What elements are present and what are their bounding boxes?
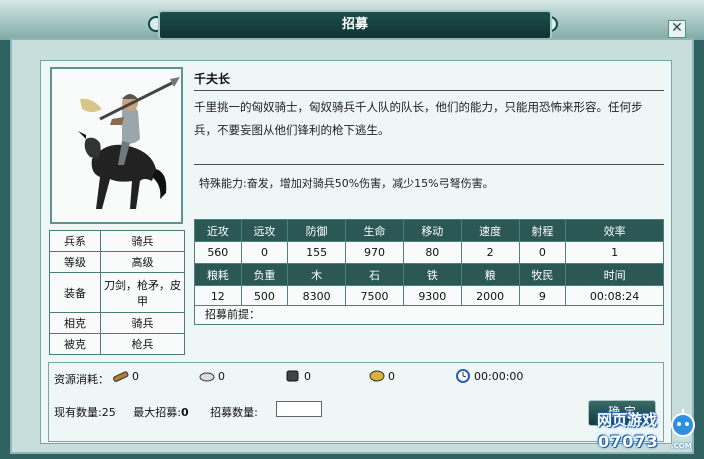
watermark-number: 07073 (598, 432, 659, 451)
clock-icon (454, 369, 470, 383)
resource-value: 0 (304, 369, 311, 383)
attr-row: 装备 刀剑，枪矛，皮甲 (49, 272, 185, 313)
resource-panel (48, 362, 664, 442)
attr-row: 被克 枪兵 (49, 333, 185, 355)
recruit-prerequisite: 招募前提： (194, 305, 664, 325)
attr-value: 刀剑，枪矛，皮甲 (100, 272, 185, 313)
resource-value: 0 (218, 369, 225, 383)
stats-header-row: 粮耗 负重 木 石 铁 粮 牧民 时间 (194, 263, 664, 286)
stat-value: 0 (518, 241, 567, 264)
attr-key: 兵系 (49, 230, 101, 252)
stat-header: 效率 (565, 219, 664, 242)
stat-header: 射程 (518, 219, 567, 242)
stat-header: 木 (287, 263, 347, 286)
stat-value: 80 (402, 241, 462, 264)
recruit-qty-label: 招募数量: (210, 406, 258, 419)
current-count-value: 25 (101, 406, 116, 419)
stat-value: 2 (460, 241, 520, 264)
stone-icon (198, 369, 215, 383)
unit-description: 千里挑一的匈奴骑士，匈奴骑兵千人队的队长，他们的能力，只能用恐怖来形容。任何步兵… (194, 100, 643, 137)
attr-key: 等级 (49, 251, 101, 273)
stat-header: 防御 (287, 219, 347, 242)
stat-value: 560 (194, 241, 242, 264)
recruit-info: 现有数量:25 最大招募:0 招募数量: (54, 404, 258, 420)
attr-value: 骑兵 (100, 230, 185, 252)
stats-table: 近攻 远攻 防御 生命 移动 速度 射程 效率 560 0 155 970 80… (194, 219, 664, 308)
stat-header: 速度 (460, 219, 520, 242)
stat-value: 1 (565, 241, 664, 264)
divider-top (194, 90, 664, 91)
divider-mid (194, 164, 664, 165)
watermark-text: 网页游戏 (597, 411, 658, 429)
max-recruit-value: 0 (180, 406, 189, 419)
resource-grain: 0 (368, 369, 395, 383)
resource-wood: 0 (112, 369, 139, 383)
attr-value: 枪兵 (100, 333, 185, 355)
max-recruit-label: 最大招募: (133, 406, 181, 419)
window-title: 招募 (158, 10, 552, 40)
stat-value: 0 (240, 241, 289, 264)
attribute-table: 兵系 骑兵 等级 高级 装备 刀剑，枪矛，皮甲 相克 骑兵 被克 枪兵 (49, 230, 185, 355)
attr-key: 装备 (49, 272, 101, 313)
resource-iron: 0 (284, 369, 311, 383)
attr-key: 被克 (49, 333, 101, 355)
resource-time: 00:00:00 (454, 369, 523, 383)
cavalry-rider-image (52, 69, 181, 222)
unit-portrait (50, 67, 183, 224)
resource-label: 资源消耗： (54, 373, 109, 386)
unit-name: 千夫长 (194, 72, 231, 86)
stats-value-row: 560 0 155 970 80 2 0 1 (194, 241, 664, 264)
resource-value: 0 (388, 369, 395, 383)
close-button[interactable]: ✕ (668, 20, 686, 38)
stat-header: 移动 (402, 219, 462, 242)
attr-key: 相克 (49, 312, 101, 334)
stat-header: 生命 (345, 219, 404, 242)
stat-header: 远攻 (240, 219, 289, 242)
attr-value: 高级 (100, 251, 185, 273)
attr-value: 骑兵 (100, 312, 185, 334)
iron-icon (284, 369, 300, 383)
stat-value: 155 (287, 241, 347, 264)
watermark-mascot-icon (671, 409, 695, 437)
resource-stone: 0 (198, 369, 225, 383)
stat-header: 粮 (460, 263, 520, 286)
attr-row: 等级 高级 (49, 251, 185, 273)
current-count-label: 现有数量: (54, 406, 102, 419)
grain-icon (368, 369, 385, 383)
stat-header: 石 (345, 263, 404, 286)
stats-header-row: 近攻 远攻 防御 生命 移动 速度 射程 效率 (194, 219, 664, 242)
resource-value: 00:00:00 (474, 369, 524, 383)
attr-row: 相克 骑兵 (49, 312, 185, 334)
special-ability: 特殊能力:奋发，增加对骑兵50%伤害，减少15%弓弩伤害。 (199, 177, 494, 190)
resource-value: 0 (132, 369, 139, 383)
stat-header: 牧民 (518, 263, 567, 286)
stat-header: 粮耗 (194, 263, 242, 286)
stat-value: 970 (345, 241, 404, 264)
stat-header: 铁 (402, 263, 462, 286)
stat-header: 近攻 (194, 219, 242, 242)
stat-header: 负重 (240, 263, 289, 286)
stat-header: 时间 (565, 263, 664, 286)
attr-row: 兵系 骑兵 (49, 230, 185, 252)
wood-icon (112, 369, 129, 383)
watermark-domain: .COM (671, 442, 692, 450)
recruit-quantity-input[interactable] (276, 401, 322, 417)
